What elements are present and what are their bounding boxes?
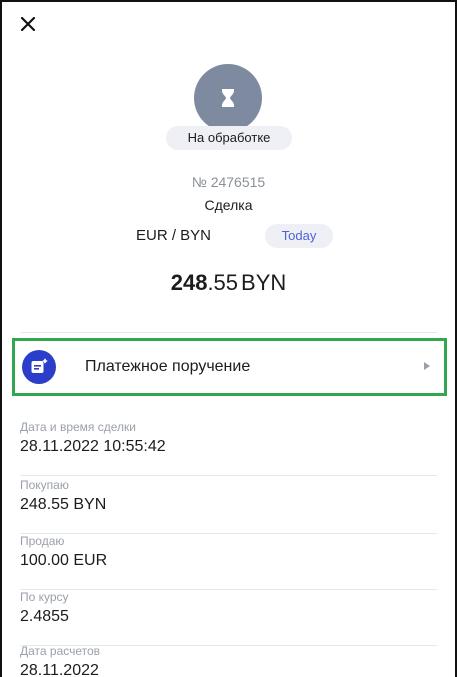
field-buy: Покупаю 248.55 BYN xyxy=(20,478,437,534)
close-icon xyxy=(21,17,35,31)
field-label: Дата расчетов xyxy=(20,644,101,658)
field-value: 28.11.2022 xyxy=(20,662,99,677)
status-indicator xyxy=(194,64,262,132)
currency-pair-row: EUR / BYN Today xyxy=(2,224,455,248)
field-deal-datetime: Дата и время сделки 28.11.2022 10:55:42 xyxy=(20,420,437,476)
field-value: 28.11.2022 10:55:42 xyxy=(20,438,166,455)
field-sell: Продаю 100.00 EUR xyxy=(20,534,437,590)
deal-amount: 248.55 BYN xyxy=(2,270,455,296)
chevron-right-icon xyxy=(424,362,430,370)
divider xyxy=(20,475,437,476)
field-rate: По курсу 2.4855 xyxy=(20,590,437,646)
deal-number: № 2476515 xyxy=(191,174,266,190)
payment-order-label: Платежное поручение xyxy=(85,358,251,375)
field-label: По курсу xyxy=(20,590,69,604)
payment-order-icon-wrap xyxy=(22,350,56,384)
close-button[interactable] xyxy=(16,12,40,36)
field-value: 100.00 EUR xyxy=(20,552,108,569)
divider xyxy=(20,332,437,333)
deal-type: Сделка xyxy=(204,197,253,213)
currency-pair: EUR / BYN xyxy=(136,227,212,244)
field-value: 248.55 BYN xyxy=(20,496,107,513)
field-label: Продаю xyxy=(20,534,65,548)
amount-whole: 248 xyxy=(170,270,208,295)
document-add-icon xyxy=(31,358,48,373)
payment-order-button[interactable]: Платежное поручение xyxy=(12,338,447,396)
field-value: 2.4855 xyxy=(20,608,69,625)
today-badge: Today xyxy=(265,224,333,248)
amount-fraction: .55 xyxy=(207,270,239,295)
field-label: Покупаю xyxy=(20,478,69,492)
deal-details-screen: На обработке № 2476515 Сделка EUR / BYN … xyxy=(0,0,457,677)
status-badge: На обработке xyxy=(166,126,292,150)
hourglass-icon xyxy=(222,89,234,107)
amount-currency: BYN xyxy=(241,270,287,295)
field-settlement-date: Дата расчетов 28.11.2022 xyxy=(20,644,437,677)
field-label: Дата и время сделки xyxy=(20,420,136,434)
